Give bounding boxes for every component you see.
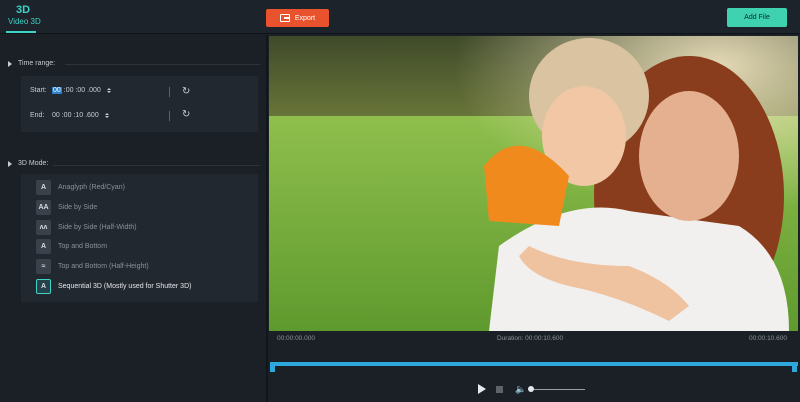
tab-title: 3D xyxy=(15,4,31,16)
end-time-row: End: 00 :00 :10 .600 xyxy=(30,112,109,119)
play-icon xyxy=(478,384,486,394)
end-time-value: 00 :00 :10 .600 xyxy=(52,112,99,119)
tab-video-3d[interactable]: 3D Video 3D xyxy=(8,4,41,27)
end-time-input[interactable]: 00 :00 :10 .600 xyxy=(52,112,109,119)
export-button[interactable]: Export xyxy=(266,9,329,27)
start-reset-icon[interactable]: ↻ xyxy=(182,87,192,97)
time-range-header[interactable]: Time range: xyxy=(8,60,55,67)
add-file-button[interactable]: Add File xyxy=(727,8,787,27)
tab-active-indicator xyxy=(6,31,36,33)
start-separator xyxy=(169,87,170,97)
end-reset-icon[interactable]: ↻ xyxy=(182,110,192,120)
tab-subtitle: Video 3D xyxy=(8,17,41,26)
current-time: 00:00:00.000 xyxy=(277,335,315,342)
app-window: 3D Video 3D Export Add File Time range: … xyxy=(0,0,800,402)
top-bottom-icon: A xyxy=(36,239,51,254)
timeline-track[interactable] xyxy=(270,362,798,366)
mode-side-by-side[interactable]: AA Side by Side xyxy=(36,200,97,215)
mode-side-by-side-half[interactable]: ʌʌ Side by Side (Half-Width) xyxy=(36,220,137,235)
3d-mode-header[interactable]: 3D Mode: xyxy=(8,160,48,167)
panel-divider xyxy=(266,35,268,402)
start-time-rest: :00 :00 .000 xyxy=(63,87,101,94)
start-time-input[interactable]: 00 :00 :00 .000 xyxy=(52,87,111,94)
mode-label: Top and Bottom (Half-Height) xyxy=(58,263,149,270)
start-time-row: Start: 00 :00 :00 .000 xyxy=(30,87,111,94)
volume-slider[interactable] xyxy=(531,389,585,390)
volume-icon[interactable]: 🔈 xyxy=(515,384,526,394)
mode-label: Anaglyph (Red/Cyan) xyxy=(58,184,125,191)
play-button[interactable] xyxy=(478,384,486,394)
anaglyph-icon: A xyxy=(36,180,51,195)
stop-icon xyxy=(496,386,503,393)
start-label: Start: xyxy=(30,87,47,94)
end-label: End: xyxy=(30,112,45,119)
trim-start-handle[interactable] xyxy=(270,364,275,372)
section-divider xyxy=(65,64,260,65)
video-preview[interactable] xyxy=(269,36,798,331)
time-range-box xyxy=(21,76,258,132)
mode-top-bottom-half[interactable]: ≈ Top and Bottom (Half-Height) xyxy=(36,259,149,274)
collapse-caret-icon xyxy=(8,60,12,67)
export-label: Export xyxy=(294,14,316,22)
volume-knob[interactable] xyxy=(528,386,534,392)
mode-anaglyph[interactable]: A Anaglyph (Red/Cyan) xyxy=(36,180,125,195)
start-hour-segment[interactable]: 00 xyxy=(52,87,62,94)
sequential-icon: A xyxy=(36,279,51,294)
mode-label: Side by Side (Half-Width) xyxy=(58,224,137,231)
mode-label: Side by Side xyxy=(58,204,98,211)
trim-end-handle[interactable] xyxy=(792,364,797,372)
duration-label: Duration: 00:00:10.600 xyxy=(497,335,564,342)
stop-button[interactable] xyxy=(496,386,503,393)
section-divider xyxy=(53,165,260,166)
mode-label: Top and Bottom xyxy=(58,243,108,250)
mode-sequential[interactable]: A Sequential 3D (Mostly used for Shutter… xyxy=(36,279,191,294)
side-by-side-half-icon: ʌʌ xyxy=(36,220,51,235)
top-bar: 3D Video 3D Export Add File xyxy=(0,0,800,34)
time-range-title: Time range: xyxy=(18,60,56,67)
end-time: 00:00:10.600 xyxy=(749,335,787,342)
collapse-caret-icon xyxy=(8,160,12,167)
3d-mode-title: 3D Mode: xyxy=(18,160,49,167)
export-icon xyxy=(279,14,290,22)
end-separator xyxy=(169,111,170,121)
mode-label: Sequential 3D (Mostly used for Shutter 3… xyxy=(58,283,192,290)
start-stepper[interactable] xyxy=(106,88,111,93)
mode-top-bottom[interactable]: A Top and Bottom xyxy=(36,239,107,254)
side-by-side-icon: AA xyxy=(36,200,51,215)
preview-frame xyxy=(269,36,798,331)
top-bottom-half-icon: ≈ xyxy=(36,259,51,274)
end-stepper[interactable] xyxy=(104,113,109,118)
